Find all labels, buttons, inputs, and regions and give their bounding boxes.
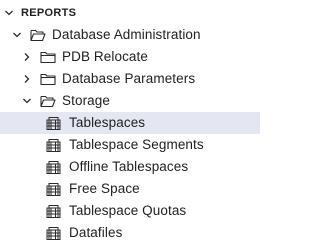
report-grid-icon xyxy=(46,160,61,175)
folder-icon xyxy=(40,50,56,64)
tree-item-label: Datafiles xyxy=(69,225,123,240)
tree-item-offline-tablespaces[interactable]: Offline Tablespaces xyxy=(0,156,260,178)
report-grid-icon xyxy=(46,226,61,241)
chevron-down-icon[interactable] xyxy=(12,30,22,40)
tree-item-label: Offline Tablespaces xyxy=(69,159,189,174)
tree-item-pdb-relocate[interactable]: PDB Relocate xyxy=(0,46,260,68)
tree-item-label: Database Parameters xyxy=(62,71,196,86)
chevron-down-icon[interactable] xyxy=(4,8,14,18)
report-grid-icon xyxy=(46,138,61,153)
report-grid-icon xyxy=(46,116,61,131)
tree-item-label: Database Administration xyxy=(52,27,201,42)
report-grid-icon xyxy=(46,204,61,219)
report-grid-icon xyxy=(46,182,61,197)
tree-item-free-space[interactable]: Free Space xyxy=(0,178,260,200)
tree-item-label: PDB Relocate xyxy=(62,49,148,64)
tree-header-label: REPORTS xyxy=(21,7,77,19)
tree-item-label: Tablespace Quotas xyxy=(69,203,187,218)
tree-item-storage[interactable]: Storage xyxy=(0,90,260,112)
tree-item-tablespaces[interactable]: Tablespaces xyxy=(0,112,260,134)
folder-open-icon xyxy=(40,94,56,108)
tree-item-label: Free Space xyxy=(69,181,140,196)
chevron-right-icon[interactable] xyxy=(22,52,32,62)
reports-tree: REPORTS Database Administration PDB Relo… xyxy=(0,0,260,244)
chevron-right-icon[interactable] xyxy=(22,74,32,84)
tree-item-label: Tablespace Segments xyxy=(69,137,204,152)
folder-icon xyxy=(40,72,56,86)
tree-item-label: Storage xyxy=(62,93,110,108)
tree-item-database-parameters[interactable]: Database Parameters xyxy=(0,68,260,90)
chevron-down-icon[interactable] xyxy=(22,96,32,106)
tree-item-tablespace-quotas[interactable]: Tablespace Quotas xyxy=(0,200,260,222)
folder-open-icon xyxy=(30,28,46,42)
tree-header-reports[interactable]: REPORTS xyxy=(0,2,260,24)
tree-item-label: Tablespaces xyxy=(69,115,146,130)
tree-item-database-administration[interactable]: Database Administration xyxy=(0,24,260,46)
tree-item-tablespace-segments[interactable]: Tablespace Segments xyxy=(0,134,260,156)
tree-item-datafiles[interactable]: Datafiles xyxy=(0,222,260,244)
